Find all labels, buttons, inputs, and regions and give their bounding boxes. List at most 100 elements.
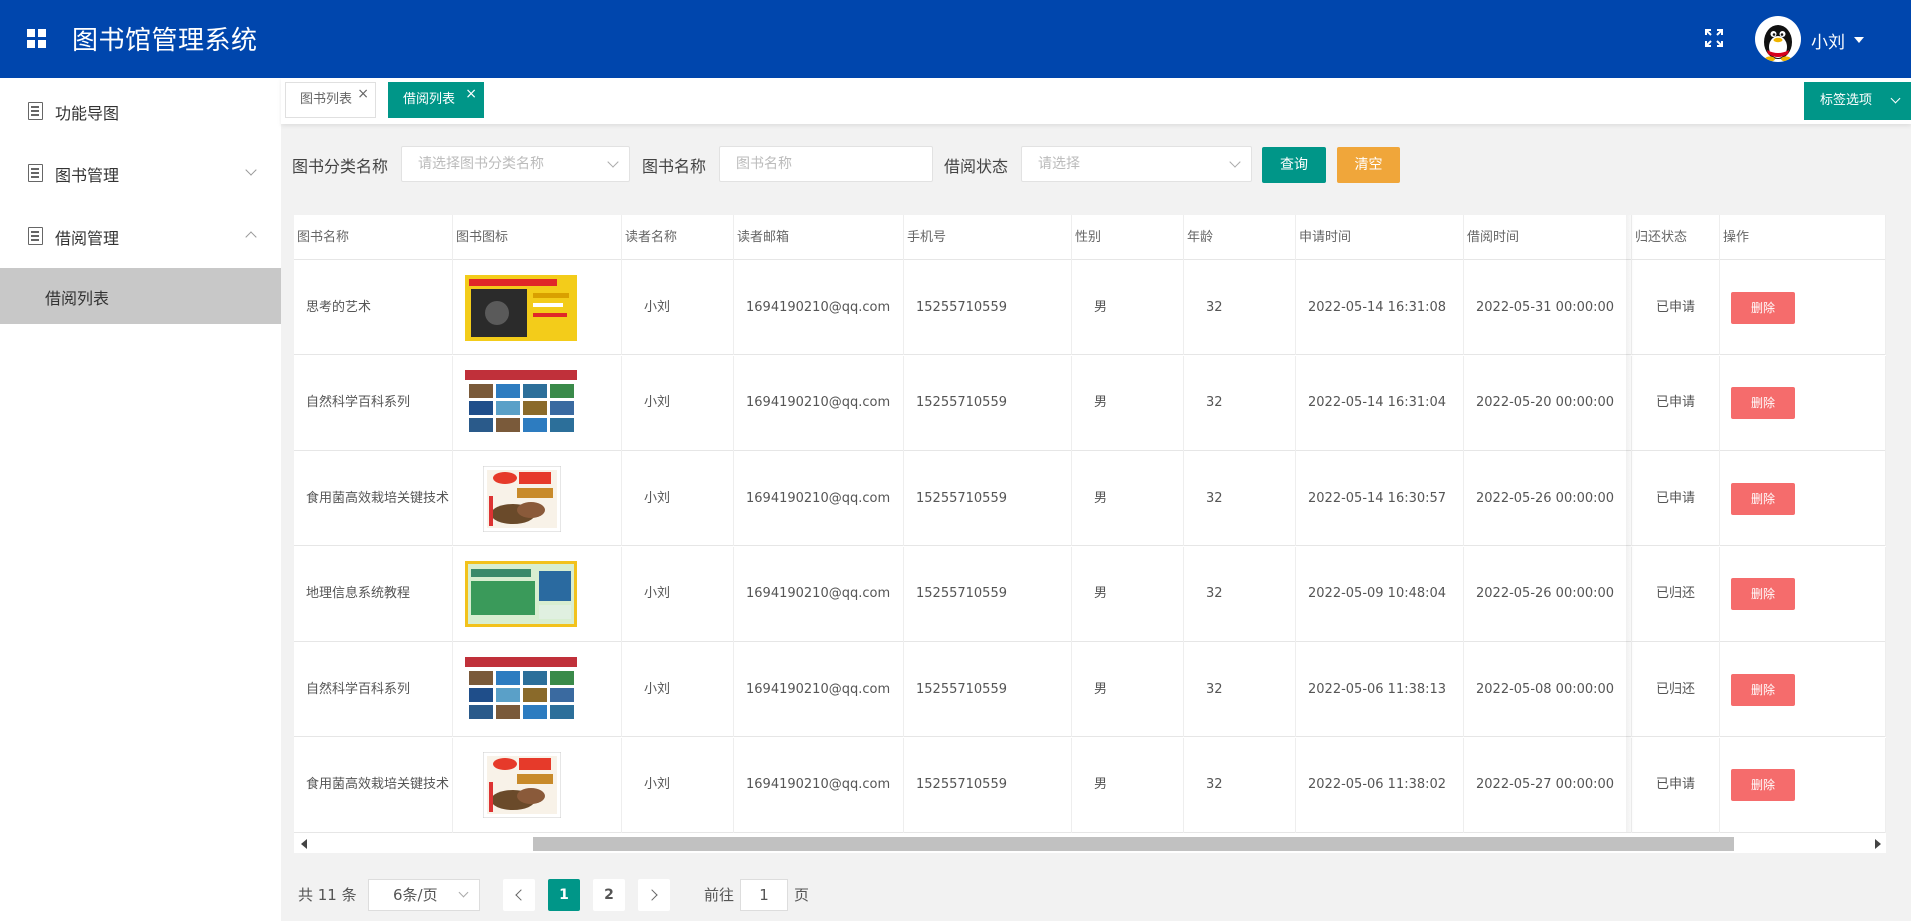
close-icon[interactable]: ×: [357, 77, 369, 111]
clear-button[interactable]: 清空: [1337, 147, 1400, 183]
col-phone-header: 手机号: [904, 215, 1072, 260]
col-phone-text: 15255710559: [916, 586, 1007, 601]
col-reader-email-text: 1694190210@qq.com: [746, 490, 891, 506]
page-size-select[interactable]: 6条/页: [368, 879, 480, 911]
document-icon: [28, 227, 43, 245]
table-row[interactable]: 地理信息系统教程 小刘 1694190210@qq.com 15255710559 男 3…: [294, 546, 1886, 642]
sidebar-item-book-management[interactable]: 图书管理: [0, 148, 281, 196]
col-reader-name-text: 小刘: [644, 490, 671, 506]
col-book-cover-header: 图书图标: [453, 215, 622, 260]
query-button[interactable]: 查询: [1262, 147, 1326, 183]
col-apply-time-cell: 2022-05-14 16:31:08: [1296, 260, 1464, 355]
col-book-name-header: 图书名称: [294, 215, 453, 260]
delete-button[interactable]: 删除: [1731, 482, 1795, 515]
delete-button[interactable]: 删除: [1731, 291, 1795, 324]
scroll-right-icon[interactable]: [1875, 839, 1881, 849]
page-size-value: 6条/页: [393, 886, 438, 904]
sidebar-item-label: 功能导图: [55, 104, 120, 123]
close-icon[interactable]: ×: [465, 77, 477, 111]
col-book-cover-cell: [453, 355, 622, 451]
avatar[interactable]: [1755, 16, 1801, 62]
delete-button[interactable]: 删除: [1731, 673, 1795, 706]
borrow-status-placeholder: 请选择: [1038, 156, 1080, 172]
book-cover-image: [465, 561, 577, 627]
col-gender-cell: 男: [1072, 546, 1184, 642]
col-reader-name-text: 小刘: [644, 395, 671, 410]
col-actions-cell: 删除: [1720, 451, 1886, 546]
category-select[interactable]: 请选择图书分类名称: [401, 146, 630, 182]
category-placeholder: 请选择图书分类名称: [418, 156, 544, 172]
table-row[interactable]: 食用菌高效栽培关键技术 小刘 1694190210@qq.com 1525571055…: [294, 737, 1886, 833]
book-name-input[interactable]: 图书名称: [719, 146, 933, 182]
borrow-status-select[interactable]: 请选择: [1021, 146, 1252, 182]
col-borrow-time-cell: 2022-05-27 00:00:00: [1464, 737, 1632, 833]
col-age-cell: 32: [1184, 737, 1296, 833]
page-button-1[interactable]: 1: [548, 879, 580, 911]
col-age-text: 32: [1206, 490, 1223, 506]
user-name[interactable]: 小刘: [1811, 28, 1845, 53]
col-phone-text: 15255710559: [916, 490, 1007, 506]
col-apply-time-text: 2022-05-14 16:30:57: [1308, 490, 1447, 506]
sidebar-item-function-map[interactable]: 功能导图: [0, 86, 281, 134]
col-return-status-cell: 已申请: [1632, 355, 1720, 451]
col-age-text: 32: [1206, 681, 1223, 697]
tab-book-list[interactable]: 图书列表 ×: [285, 82, 376, 118]
col-reader-email-text: 1694190210@qq.com: [746, 395, 891, 410]
col-age-cell: 32: [1184, 451, 1296, 546]
document-icon: [28, 102, 43, 120]
scrollbar-thumb[interactable]: [533, 837, 1734, 851]
chevron-down-icon: [1229, 156, 1241, 168]
next-page-button[interactable]: [638, 879, 670, 911]
book-cover-image: [465, 370, 577, 436]
tag-options-button[interactable]: 标签选项: [1804, 82, 1911, 120]
book-cover-image: [483, 465, 561, 532]
tab-borrow-list[interactable]: 借阅列表 ×: [388, 82, 484, 118]
page-unit-label: 页: [794, 886, 810, 904]
col-phone-cell: 15255710559: [904, 260, 1072, 355]
col-borrow-time-cell: 2022-05-26 00:00:00: [1464, 451, 1632, 546]
delete-button[interactable]: 删除: [1731, 578, 1795, 610]
table-row[interactable]: 食用菌高效栽培关键技术 小刘 1694190210@qq.com 1525571055…: [294, 451, 1886, 546]
delete-button[interactable]: 删除: [1731, 387, 1795, 419]
col-gender-text: 男: [1094, 395, 1108, 410]
borrow-status-label: 借阅状态: [944, 157, 1009, 176]
user-dropdown-caret-icon[interactable]: [1854, 37, 1864, 43]
chevron-left-icon: [515, 889, 527, 901]
page-button-2[interactable]: 2: [593, 879, 625, 911]
col-reader-email-cell: 1694190210@qq.com: [734, 737, 904, 833]
tags-bar: 图书列表 × 借阅列表 ×: [281, 78, 1911, 124]
fullscreen-icon[interactable]: [1703, 27, 1725, 49]
col-book-name-text: 地理信息系统教程: [306, 586, 411, 601]
delete-button[interactable]: 删除: [1731, 769, 1795, 801]
grid-icon[interactable]: [27, 29, 47, 49]
sidebar-item-borrow-management[interactable]: 借阅管理: [0, 211, 281, 259]
book-cover-image: [483, 752, 561, 818]
sidebar: 功能导图 图书管理 借阅管理 借阅列表: [0, 78, 281, 921]
col-return-status-text: 已申请: [1656, 395, 1696, 410]
col-apply-time-cell: 2022-05-14 16:31:04: [1296, 355, 1464, 451]
col-gender-header: 性别: [1072, 215, 1184, 260]
scroll-left-icon[interactable]: [301, 839, 307, 849]
goto-page-input[interactable]: 1: [740, 879, 788, 911]
col-reader-email-text: 1694190210@qq.com: [746, 777, 891, 792]
col-gender-text: 男: [1094, 681, 1108, 697]
horizontal-scrollbar[interactable]: [294, 835, 1886, 853]
col-gender-cell: 男: [1072, 451, 1184, 546]
table-row[interactable]: 自然科学百科系列 小刘 1694190210@qq.com 15255710559 男 3…: [294, 642, 1886, 737]
pagination-total: 共 11 条: [298, 886, 357, 904]
col-reader-email-cell: 1694190210@qq.com: [734, 642, 904, 737]
table-row[interactable]: 思考的艺术 小刘 1694190210@qq.com 15255710559 男 32 20…: [294, 260, 1886, 355]
col-borrow-time-text: 2022-05-08 00:00:00: [1476, 681, 1615, 697]
col-borrow-time-cell: 2022-05-26 00:00:00: [1464, 546, 1632, 642]
col-reader-email-cell: 1694190210@qq.com: [734, 451, 904, 546]
col-apply-time-text: 2022-05-06 11:38:13: [1308, 681, 1447, 697]
col-book-name-text: 食用菌高效栽培关键技术: [306, 490, 450, 506]
col-phone-cell: 15255710559: [904, 546, 1072, 642]
col-actions-header: 操作: [1720, 215, 1886, 260]
prev-page-button[interactable]: [503, 879, 535, 911]
sidebar-subitem-borrow-list[interactable]: 借阅列表: [0, 268, 281, 324]
col-gender-cell: 男: [1072, 642, 1184, 737]
col-return-status-cell: 已申请: [1632, 451, 1720, 546]
table-row[interactable]: 自然科学百科系列 小刘 1694190210@qq.com 15255710559 男 3…: [294, 355, 1886, 451]
col-borrow-time-cell: 2022-05-20 00:00:00: [1464, 355, 1632, 451]
